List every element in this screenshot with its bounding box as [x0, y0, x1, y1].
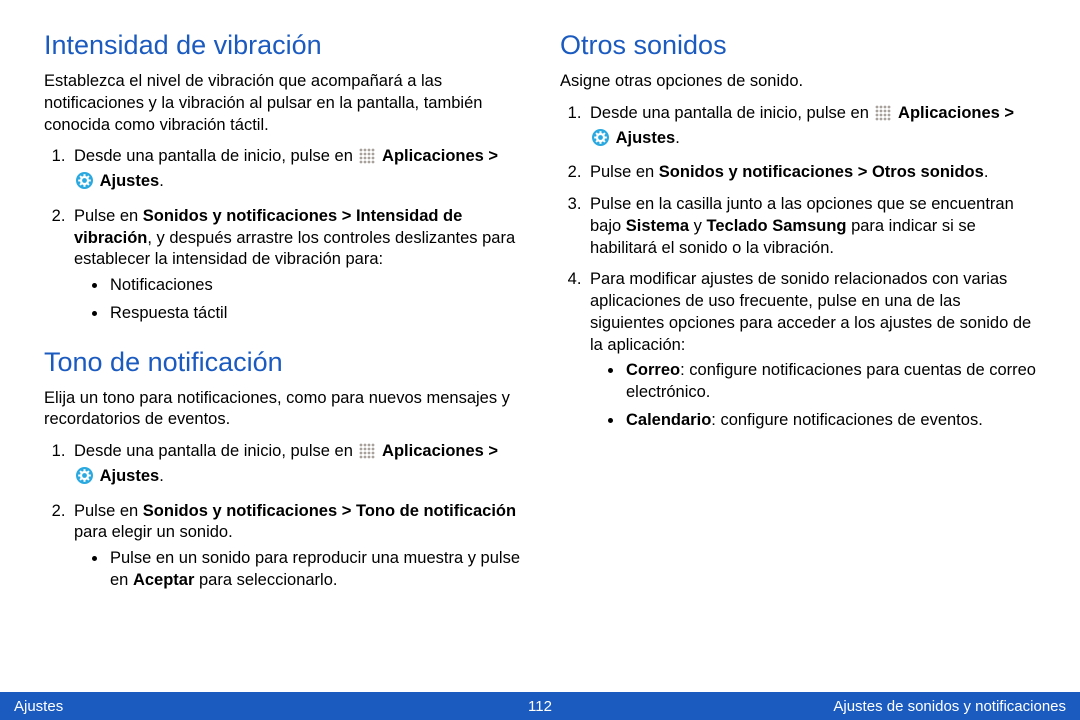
- settings-label: Ajustes: [616, 129, 676, 147]
- bold-correo: Correo: [626, 361, 680, 379]
- step-text: y: [689, 217, 706, 235]
- apps-label: Aplicaciones >: [382, 147, 498, 165]
- step-item: Pulse en Sonidos y notificaciones > Otro…: [586, 162, 1036, 184]
- footer-right: Ajustes de sonidos y notificaciones: [552, 698, 1080, 715]
- punct: .: [159, 467, 164, 485]
- sub-bullets: Correo: configure notificaciones para cu…: [590, 360, 1036, 431]
- bullet-item: Respuesta táctil: [108, 303, 520, 325]
- steps-vibration: Desde una pantalla de inicio, pulse en A…: [44, 146, 520, 324]
- bullet-text: : configure notificaciones de eventos.: [711, 411, 983, 429]
- bullet-item: Calendario: configure notificaciones de …: [624, 410, 1036, 432]
- intro-vibration: Establezca el nivel de vibración que aco…: [44, 71, 520, 136]
- steps-tone: Desde una pantalla de inicio, pulse en A…: [44, 441, 520, 592]
- step-text: Pulse en: [590, 163, 659, 181]
- steps-other: Desde una pantalla de inicio, pulse en A…: [560, 103, 1036, 432]
- step-text: Pulse en: [74, 502, 143, 520]
- step-text: para elegir un sonido.: [74, 523, 233, 541]
- step-text: Desde una pantalla de inicio, pulse en: [74, 147, 357, 165]
- footer-left: Ajustes: [0, 698, 528, 715]
- sub-bullets: Pulse en un sonido para reproducir una m…: [74, 548, 520, 592]
- step-text: .: [984, 163, 989, 181]
- heading-vibration-intensity: Intensidad de vibración: [44, 30, 520, 61]
- heading-notification-tone: Tono de notificación: [44, 347, 520, 378]
- step-text: Desde una pantalla de inicio, pulse en: [590, 104, 873, 122]
- bold-path: Sonidos y notificaciones > Otros sonidos: [659, 163, 984, 181]
- bold-calendario: Calendario: [626, 411, 711, 429]
- bullet-text: para seleccionarlo.: [194, 571, 337, 589]
- apps-label: Aplicaciones >: [898, 104, 1014, 122]
- step-item: Pulse en Sonidos y notificaciones > Tono…: [70, 501, 520, 592]
- step-item: Desde una pantalla de inicio, pulse en A…: [70, 441, 520, 491]
- step-text: Para modificar ajustes de sonido relacio…: [590, 270, 1031, 353]
- settings-gear-icon: [76, 172, 93, 196]
- step-item: Desde una pantalla de inicio, pulse en A…: [586, 103, 1036, 153]
- step-text: Pulse en: [74, 207, 143, 225]
- settings-label: Ajustes: [100, 467, 160, 485]
- bold-system: Sistema: [626, 217, 689, 235]
- sub-bullets: Notificaciones Respuesta táctil: [74, 275, 520, 325]
- step-item: Pulse en la casilla junto a las opciones…: [586, 194, 1036, 259]
- bullet-item: Pulse en un sonido para reproducir una m…: [108, 548, 520, 592]
- apps-grid-icon: [875, 105, 891, 128]
- step-item: Para modificar ajustes de sonido relacio…: [586, 269, 1036, 431]
- apps-label: Aplicaciones >: [382, 442, 498, 460]
- bold-keyboard: Teclado Samsung: [707, 217, 847, 235]
- bold-path: Sonidos y notificaciones > Tono de notif…: [143, 502, 516, 520]
- document-page: Intensidad de vibración Establezca el ni…: [0, 0, 1080, 720]
- left-column: Intensidad de vibración Establezca el ni…: [44, 28, 520, 688]
- apps-grid-icon: [359, 443, 375, 466]
- bullet-item: Correo: configure notificaciones para cu…: [624, 360, 1036, 404]
- heading-other-sounds: Otros sonidos: [560, 30, 1036, 61]
- step-item: Desde una pantalla de inicio, pulse en A…: [70, 146, 520, 196]
- step-text: Desde una pantalla de inicio, pulse en: [74, 442, 357, 460]
- page-footer: Ajustes 112 Ajustes de sonidos y notific…: [0, 692, 1080, 720]
- bold-accept: Aceptar: [133, 571, 194, 589]
- right-column: Otros sonidos Asigne otras opciones de s…: [560, 28, 1036, 688]
- settings-gear-icon: [76, 467, 93, 491]
- intro-other: Asigne otras opciones de sonido.: [560, 71, 1036, 93]
- punct: .: [159, 172, 164, 190]
- step-item: Pulse en Sonidos y notificaciones > Inte…: [70, 206, 520, 325]
- settings-gear-icon: [592, 129, 609, 153]
- bullet-item: Notificaciones: [108, 275, 520, 297]
- bullet-text: : configure notificaciones para cuentas …: [626, 361, 1036, 401]
- punct: .: [675, 129, 680, 147]
- two-column-layout: Intensidad de vibración Establezca el ni…: [0, 0, 1080, 688]
- settings-label: Ajustes: [100, 172, 160, 190]
- intro-tone: Elija un tono para notificaciones, como …: [44, 388, 520, 432]
- footer-page-number: 112: [528, 698, 552, 715]
- apps-grid-icon: [359, 148, 375, 171]
